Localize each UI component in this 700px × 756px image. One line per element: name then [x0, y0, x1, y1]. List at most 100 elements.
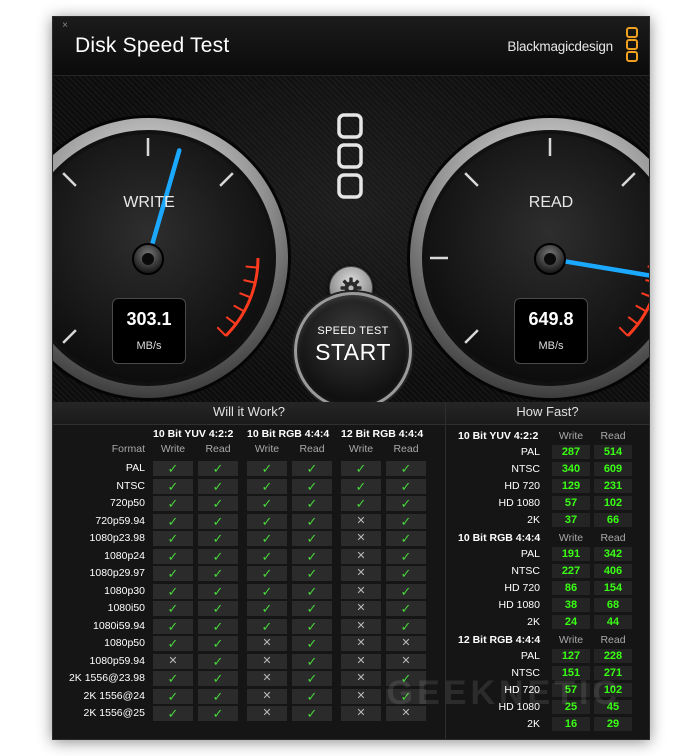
check-icon: ✓: [400, 496, 412, 511]
how-fast-row-label: HD 720: [504, 582, 540, 594]
compat-cell: ✕: [341, 706, 381, 721]
format-row-label: 1080p59.94: [89, 654, 145, 667]
check-icon: ✓: [212, 513, 224, 529]
how-fast-write-header: Write: [558, 430, 584, 442]
check-icon: ✓: [306, 496, 318, 511]
compat-cell: ✓: [292, 548, 332, 564]
check-icon: ✓: [306, 653, 318, 669]
write-unit: MB/s: [136, 340, 162, 352]
read-speed-value: 44: [594, 615, 632, 629]
start-button-top-label: SPEED TEST: [317, 325, 389, 337]
check-icon: ✓: [167, 601, 179, 616]
cross-icon: ✕: [262, 637, 272, 649]
read-speed-value: 66: [594, 513, 632, 527]
compat-cell: ✕: [341, 636, 381, 651]
compat-cell: ✕: [341, 531, 381, 546]
compat-cell: ✓: [386, 478, 426, 494]
check-icon: ✓: [167, 583, 179, 599]
check-icon: ✓: [167, 548, 179, 564]
compat-cell: ✓: [153, 601, 193, 616]
group-header: 12 Bit RGB 4:4:4: [341, 428, 424, 440]
write-speed-value: 38: [552, 598, 590, 612]
read-speed-value: 228: [594, 649, 632, 663]
how-fast-section-header: 12 Bit RGB 4:4:4: [458, 634, 541, 646]
check-icon: ✓: [167, 636, 179, 651]
how-fast-row-label: PAL: [520, 446, 540, 458]
cross-icon: ✕: [356, 532, 366, 544]
compat-cell: ✓: [153, 618, 193, 634]
start-button[interactable]: SPEED TEST START: [294, 292, 412, 410]
compat-cell: ✓: [153, 478, 193, 494]
check-icon: ✓: [167, 706, 179, 721]
how-fast-row-label: HD 1080: [498, 599, 540, 611]
write-speed-value: 24: [552, 615, 590, 629]
check-icon: ✓: [355, 461, 367, 476]
group-header: 10 Bit YUV 4:2:2: [153, 428, 234, 440]
check-icon: ✓: [400, 566, 412, 581]
read-speed-value: 342: [594, 547, 632, 561]
compat-cell: ✕: [341, 601, 381, 616]
read-redzone-tick: [647, 265, 649, 268]
compat-cell: ✓: [153, 496, 193, 511]
compat-cell: ✓: [247, 478, 287, 494]
column-subheader: Read: [205, 443, 231, 455]
compat-cell: ✓: [198, 513, 238, 529]
check-icon: ✓: [261, 583, 273, 599]
check-icon: ✓: [306, 566, 318, 581]
compat-cell: ✓: [386, 618, 426, 634]
read-speed-value: 102: [594, 496, 632, 510]
compat-cell: ✓: [292, 583, 332, 599]
how-fast-row-label: NTSC: [511, 565, 540, 577]
how-fast-row-label: PAL: [520, 650, 540, 662]
compat-cell: ✓: [292, 671, 332, 686]
close-icon[interactable]: ×: [60, 21, 70, 31]
check-icon: ✓: [212, 618, 224, 634]
check-icon: ✓: [212, 653, 224, 669]
compat-cell: ✓: [198, 706, 238, 721]
check-icon: ✓: [212, 601, 224, 616]
compat-cell: ✓: [198, 531, 238, 546]
disk-speed-test-window: × Disk Speed Test Blackmagicdesign WRITE…: [52, 16, 650, 740]
compat-cell: ✓: [292, 566, 332, 581]
check-icon: ✓: [400, 513, 412, 529]
format-row-label: 720p59.94: [95, 514, 145, 527]
compat-cell: ✓: [292, 601, 332, 616]
compat-cell: ✓: [341, 461, 381, 476]
compat-cell: ✓: [341, 478, 381, 494]
compat-cell: ✓: [386, 566, 426, 581]
compat-cell: ✓: [153, 461, 193, 476]
compat-cell: ✓: [292, 688, 332, 704]
compat-cell: ✓: [247, 618, 287, 634]
compat-cell: ✕: [341, 548, 381, 564]
cross-icon: ✕: [356, 602, 366, 614]
results-tables: Will it Work? 10 Bit YUV 4:2:2 10 Bit RGB…: [53, 402, 649, 739]
how-fast-row-label: 2K: [527, 616, 540, 628]
check-icon: ✓: [167, 671, 179, 686]
check-icon: ✓: [167, 688, 179, 704]
check-icon: ✓: [261, 548, 273, 564]
compat-cell: ✓: [292, 618, 332, 634]
compat-cell: ✓: [386, 601, 426, 616]
check-icon: ✓: [212, 636, 224, 651]
column-subheader: Read: [299, 443, 325, 455]
compat-cell: ✕: [247, 688, 287, 704]
compat-cell: ✓: [153, 671, 193, 686]
column-subheader: Read: [393, 443, 419, 455]
how-fast-section-header: 10 Bit YUV 4:2:2: [458, 430, 539, 442]
check-icon: ✓: [306, 618, 318, 634]
compat-cell: ✓: [198, 601, 238, 616]
read-speed-value: 29: [594, 717, 632, 731]
compat-cell: ✓: [198, 566, 238, 581]
check-icon: ✓: [212, 461, 224, 476]
write-needle-hub-center: [142, 253, 154, 265]
read-speed-value: 231: [594, 479, 632, 493]
compat-cell: ✓: [153, 688, 193, 704]
compat-cell: ✕: [341, 688, 381, 704]
write-speed-value: 16: [552, 717, 590, 731]
cross-icon: ✕: [356, 654, 366, 667]
compat-cell: ✓: [198, 653, 238, 669]
write-speed-value: 57: [552, 496, 590, 510]
compat-cell: ✓: [247, 461, 287, 476]
compat-cell: ✓: [386, 461, 426, 476]
check-icon: ✓: [400, 531, 412, 546]
